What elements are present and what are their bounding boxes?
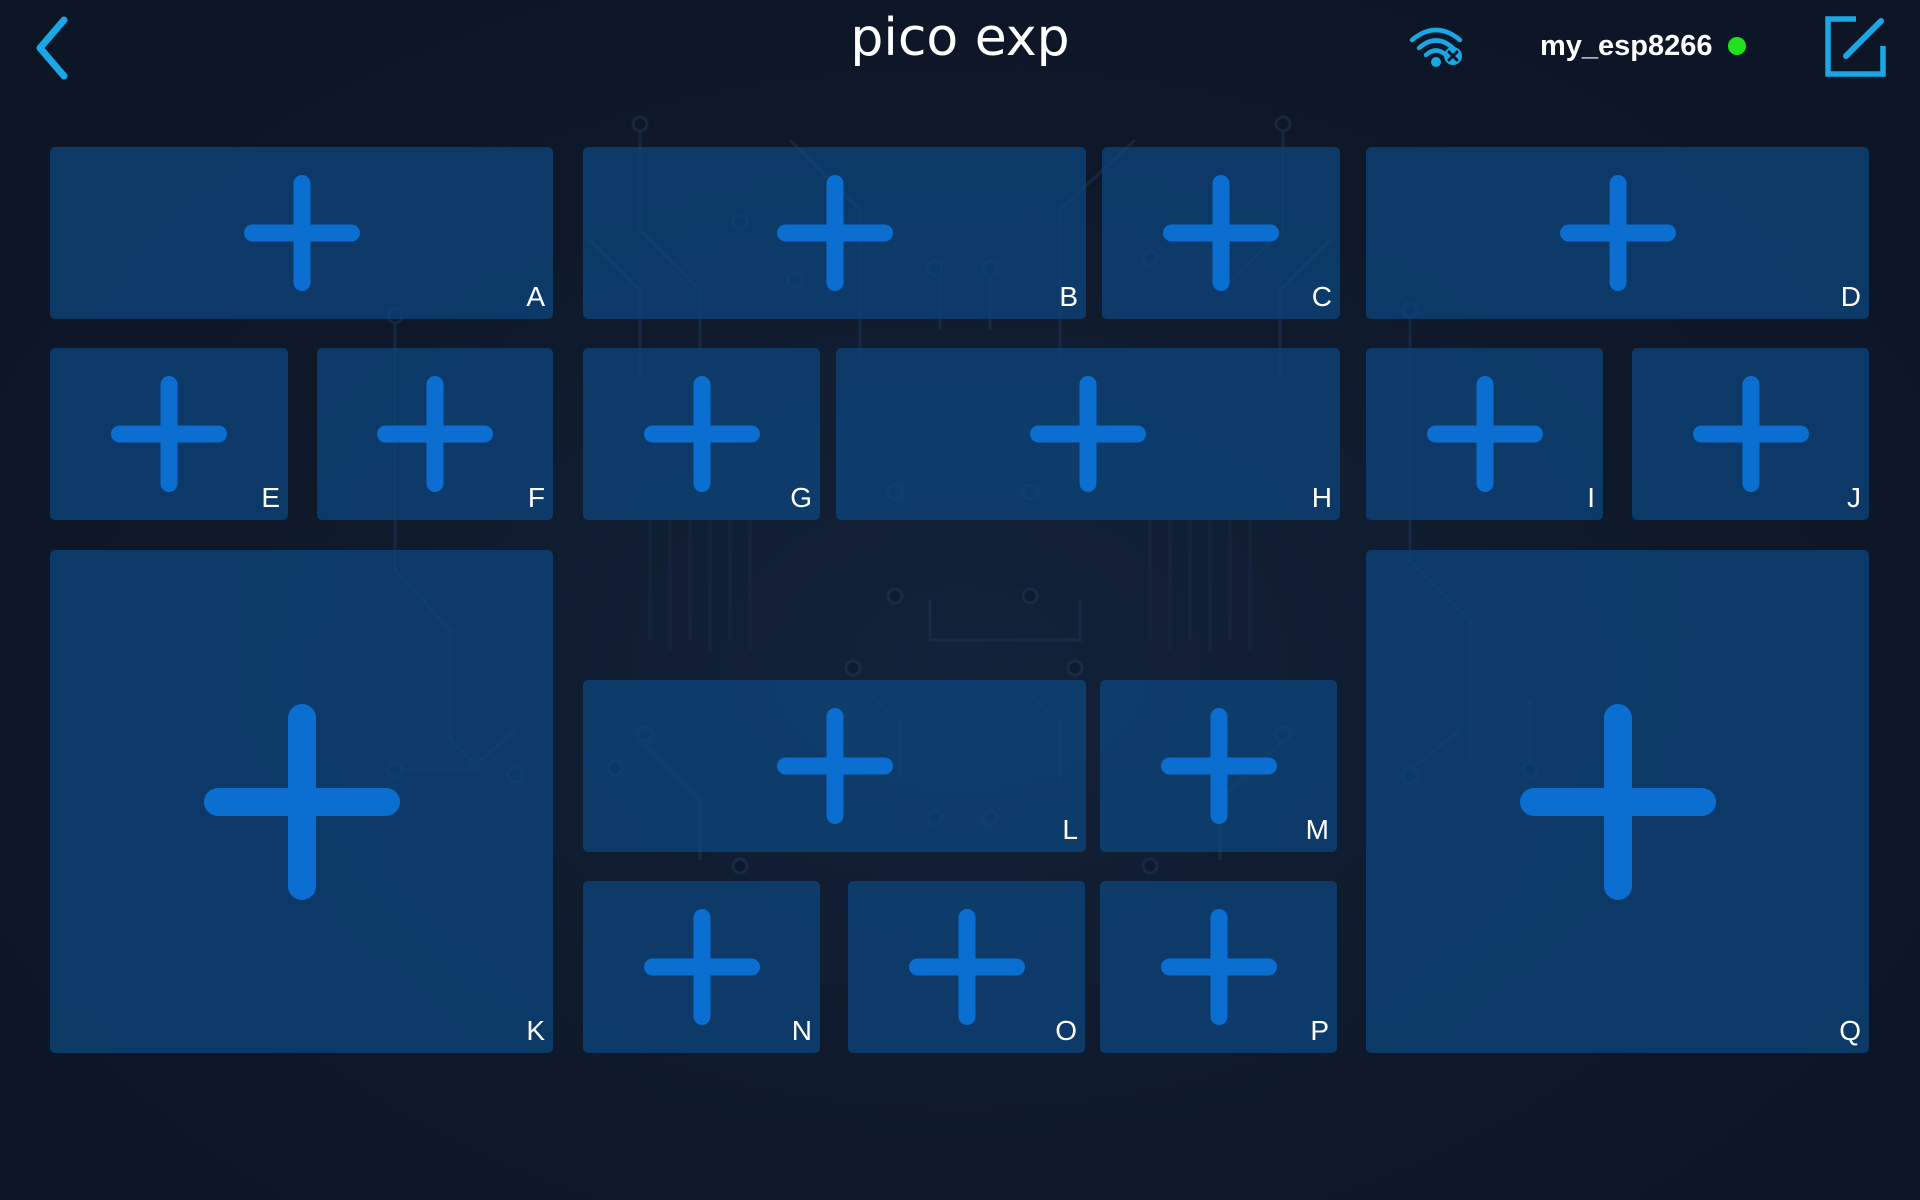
add-icon	[377, 376, 493, 492]
add-icon	[111, 376, 227, 492]
widget-slot-o[interactable]: O	[848, 881, 1085, 1053]
widget-slot-j[interactable]: J	[1632, 348, 1869, 520]
add-icon	[1161, 909, 1277, 1025]
widget-slot-l[interactable]: L	[583, 680, 1086, 852]
add-icon	[204, 704, 400, 900]
connection-status-dot	[1728, 37, 1746, 55]
add-icon	[244, 175, 360, 291]
widget-slot-p[interactable]: P	[1100, 881, 1337, 1053]
add-icon	[1427, 376, 1543, 492]
widget-slot-a[interactable]: A	[50, 147, 553, 319]
edit-square-icon	[1825, 16, 1886, 77]
slot-label: K	[526, 1015, 545, 1046]
slot-label: E	[261, 482, 280, 513]
add-icon	[1163, 175, 1279, 291]
widget-slot-h[interactable]: H	[836, 348, 1340, 520]
widget-slot-c[interactable]: C	[1102, 147, 1340, 319]
back-button[interactable]	[24, 12, 80, 84]
slot-label: O	[1055, 1015, 1077, 1046]
chevron-left-icon	[36, 16, 68, 80]
slot-label: P	[1310, 1015, 1329, 1046]
slot-label: D	[1840, 281, 1861, 312]
slot-label: H	[1311, 482, 1332, 513]
widget-slot-b[interactable]: B	[583, 147, 1086, 319]
add-icon	[777, 708, 893, 824]
slot-label: B	[1059, 281, 1078, 312]
widget-slot-e[interactable]: E	[50, 348, 288, 520]
slot-label: M	[1305, 814, 1329, 845]
add-icon	[1161, 708, 1277, 824]
slot-label: A	[526, 281, 545, 312]
edit-button[interactable]	[1820, 12, 1888, 80]
widget-slot-k[interactable]: K	[50, 550, 553, 1053]
widget-slot-q[interactable]: Q	[1366, 550, 1869, 1053]
slot-label: J	[1847, 482, 1861, 513]
widget-slot-g[interactable]: G	[583, 348, 820, 520]
add-icon	[909, 909, 1025, 1025]
add-icon	[644, 909, 760, 1025]
app-screen: pico exp my_esp8266 A B C D E F G H I J …	[0, 0, 1920, 1200]
slot-label: Q	[1839, 1015, 1861, 1046]
slot-label: N	[791, 1015, 812, 1046]
slot-label: L	[1062, 814, 1078, 845]
widget-slot-m[interactable]: M	[1100, 680, 1337, 852]
widget-slot-d[interactable]: D	[1366, 147, 1869, 319]
add-icon	[1030, 376, 1146, 492]
add-icon	[1520, 704, 1716, 900]
widget-slot-f[interactable]: F	[317, 348, 553, 520]
slot-label: F	[527, 482, 545, 513]
add-icon	[777, 175, 893, 291]
device-name: my_esp8266	[1540, 30, 1713, 62]
add-icon	[644, 376, 760, 492]
slot-label: G	[790, 482, 812, 513]
add-icon	[1693, 376, 1809, 492]
wifi-disconnected-icon[interactable]	[1406, 22, 1466, 68]
widget-slot-n[interactable]: N	[583, 881, 820, 1053]
slot-label: I	[1587, 482, 1595, 513]
widget-slot-i[interactable]: I	[1366, 348, 1603, 520]
add-icon	[1560, 175, 1676, 291]
slot-label: C	[1311, 281, 1332, 312]
